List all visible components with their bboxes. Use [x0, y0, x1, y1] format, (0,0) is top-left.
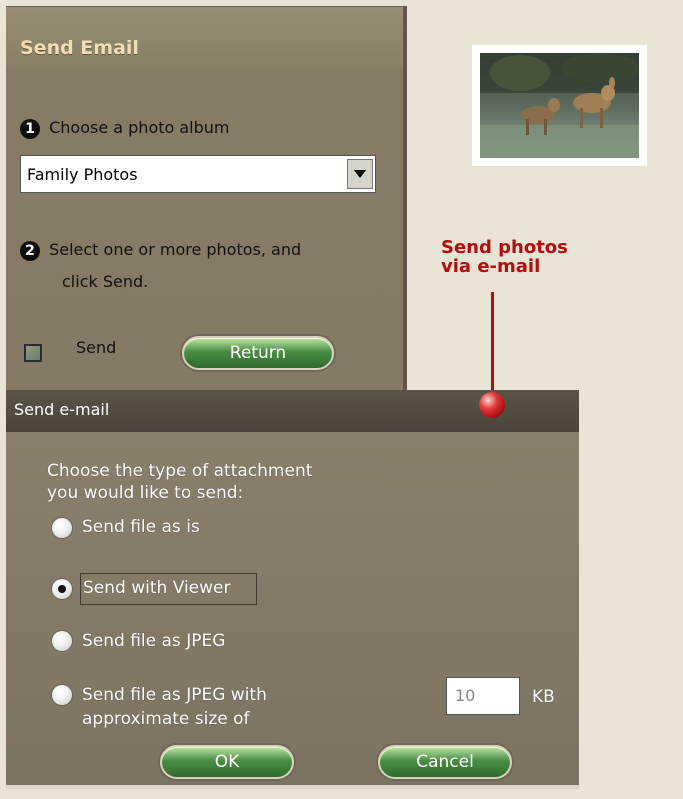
- size-unit-label: KB: [532, 687, 555, 707]
- step-2: 2 Select one or more photos, and: [20, 234, 301, 266]
- radio-send-jpeg-with-size[interactable]: [52, 685, 72, 705]
- album-select[interactable]: Family Photos: [20, 155, 376, 193]
- radio-send-as-is[interactable]: [52, 518, 72, 538]
- album-select-value: Family Photos: [27, 165, 138, 184]
- send-checkbox-label: Send: [76, 338, 117, 357]
- callout-line-1: Send photos: [441, 237, 568, 258]
- cancel-button[interactable]: Cancel: [378, 745, 512, 779]
- step-2-continued: click Send.: [62, 266, 148, 298]
- callout-leader-line: [491, 292, 494, 394]
- deer-photo-image: [480, 53, 640, 158]
- dialog-prompt-line-1: Choose the type of attachment: [47, 461, 313, 481]
- callout-marker-icon: [479, 392, 505, 418]
- step-1-label: Choose a photo album: [49, 118, 230, 137]
- step-2-number-icon: 2: [20, 240, 40, 261]
- return-button[interactable]: Return: [182, 336, 334, 370]
- option-send-jpeg-size-line-1[interactable]: Send file as JPEG with: [82, 684, 267, 706]
- callout-line-2: via e-mail: [441, 256, 541, 277]
- option-send-jpeg-size-line-2[interactable]: approximate size of: [82, 708, 250, 730]
- ok-button[interactable]: OK: [160, 745, 294, 779]
- step-2-line2: click Send.: [62, 272, 149, 291]
- dialog-prompt-line-2: you would like to send:: [47, 483, 244, 503]
- option-send-as-jpeg-label[interactable]: Send file as JPEG: [82, 630, 225, 652]
- radio-send-as-jpeg[interactable]: [52, 631, 72, 651]
- step-2-line1: Select one or more photos, and: [49, 240, 302, 259]
- size-input[interactable]: 10: [446, 677, 520, 715]
- option-send-with-viewer-label[interactable]: Send with Viewer: [83, 577, 230, 599]
- send-checkbox[interactable]: [24, 344, 42, 362]
- option-send-as-is-label[interactable]: Send file as is: [82, 516, 200, 538]
- radio-send-with-viewer[interactable]: [52, 579, 72, 599]
- step-1-number-icon: 1: [20, 118, 40, 139]
- dropdown-arrow-icon[interactable]: [347, 159, 373, 189]
- callout-label: Send photos via e-mail: [441, 238, 568, 276]
- panel-title: Send Email: [20, 37, 139, 59]
- dialog-title: Send e-mail: [14, 400, 110, 419]
- step-1: 1 Choose a photo album: [20, 112, 230, 144]
- photo-thumbnail[interactable]: [472, 45, 647, 166]
- send-email-panel: Send Email 1 Choose a photo album Family…: [6, 6, 407, 399]
- dialog-bottom-edge: [6, 785, 579, 789]
